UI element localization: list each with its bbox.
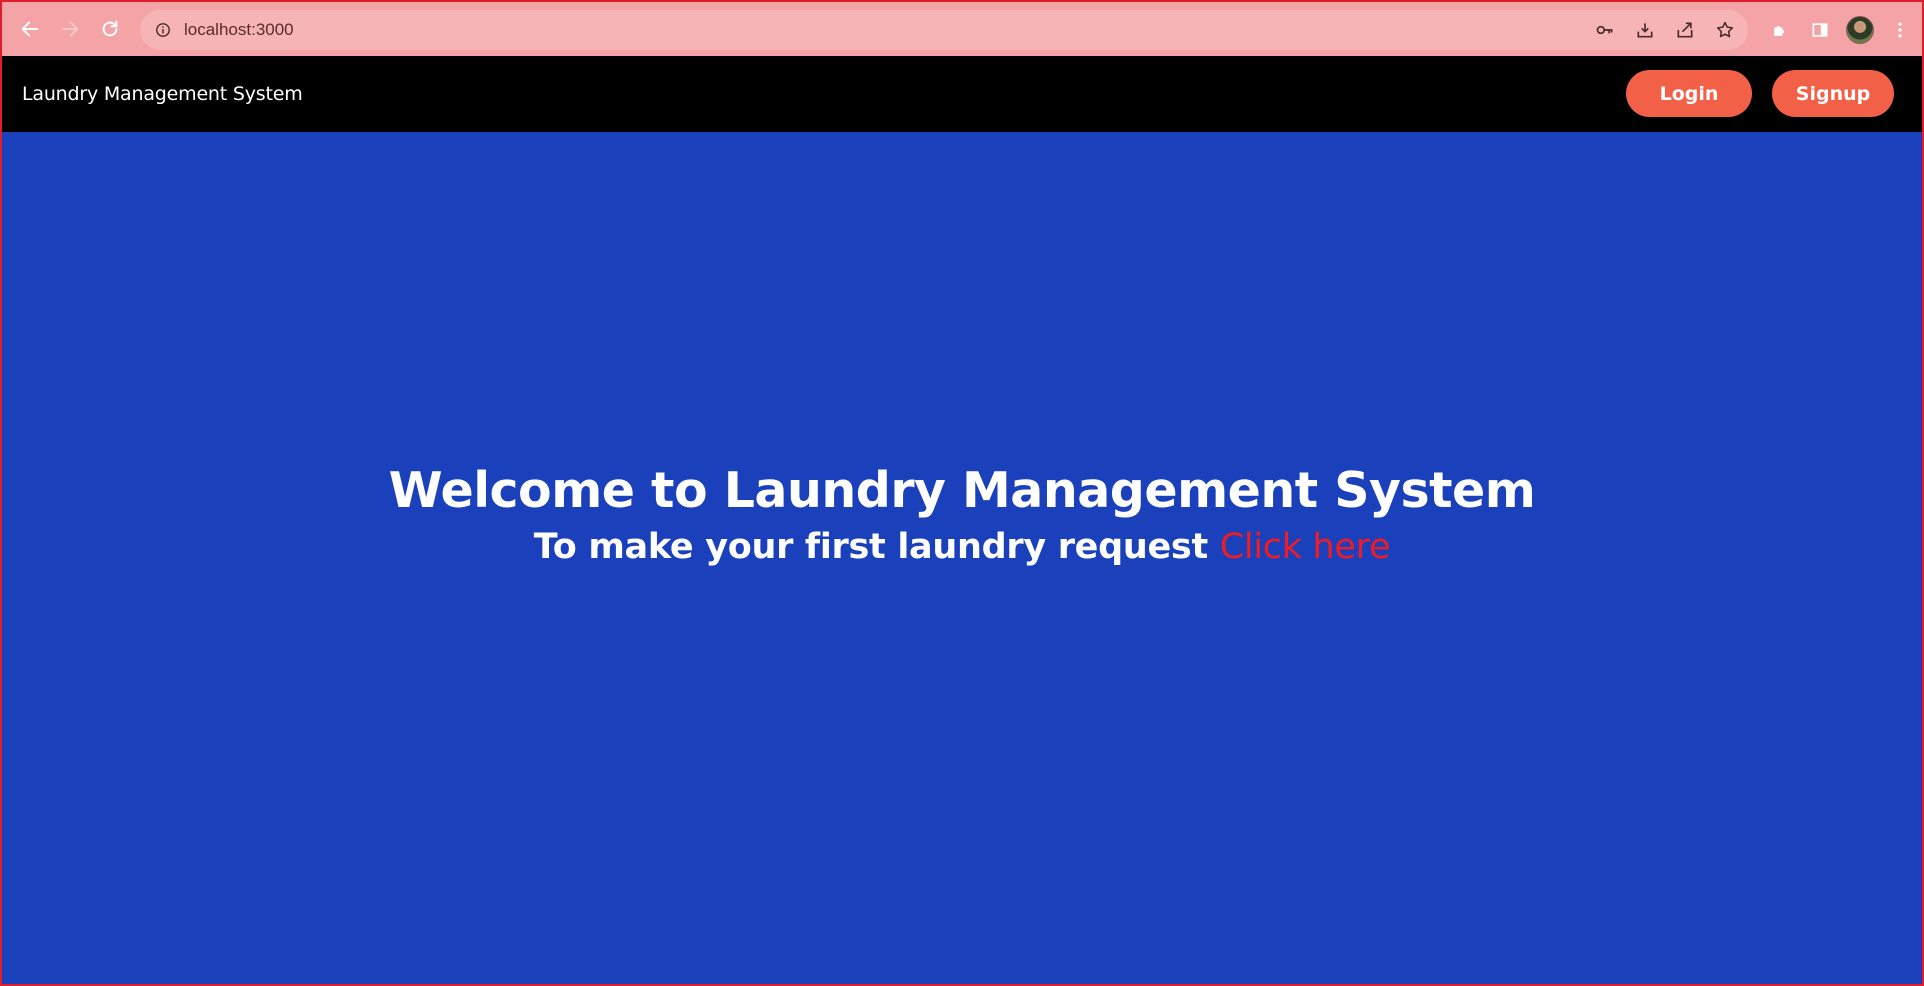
side-panel-icon[interactable]: [1806, 16, 1834, 44]
signup-button[interactable]: Signup: [1772, 70, 1894, 117]
avatar[interactable]: [1846, 16, 1874, 44]
browser-toolbar: localhost:3000: [2, 2, 1922, 56]
install-icon[interactable]: [1632, 17, 1658, 43]
back-icon: [21, 21, 39, 37]
forward-button[interactable]: [50, 9, 90, 49]
login-button[interactable]: Login: [1626, 70, 1752, 117]
forward-icon: [61, 21, 79, 37]
reload-icon: [102, 20, 118, 37]
hero-subtitle: To make your first laundry request Click…: [2, 527, 1922, 567]
extensions-icon[interactable]: [1766, 16, 1794, 44]
subtitle-text: To make your first laundry request: [533, 527, 1208, 567]
click-here-link[interactable]: Click here: [1220, 527, 1391, 567]
back-button[interactable]: [10, 9, 50, 49]
star-icon[interactable]: [1712, 17, 1738, 43]
page-title: Welcome to Laundry Management System: [388, 462, 1536, 519]
main-content: Welcome to Laundry Management System To …: [2, 132, 1922, 984]
reload-button[interactable]: [90, 9, 130, 49]
brand-title[interactable]: Laundry Management System: [22, 83, 303, 105]
address-bar[interactable]: localhost:3000: [140, 10, 1748, 50]
menu-icon[interactable]: [1886, 16, 1914, 44]
share-icon[interactable]: [1672, 17, 1698, 43]
hero-section: Welcome to Laundry Management System To …: [2, 462, 1922, 567]
info-icon[interactable]: [154, 21, 172, 39]
app-navbar: Laundry Management System Login Signup: [2, 56, 1922, 132]
key-icon[interactable]: [1592, 17, 1618, 43]
url-text[interactable]: localhost:3000: [184, 20, 294, 40]
browser-window: localhost:3000 Laundry Management System…: [0, 0, 1924, 986]
